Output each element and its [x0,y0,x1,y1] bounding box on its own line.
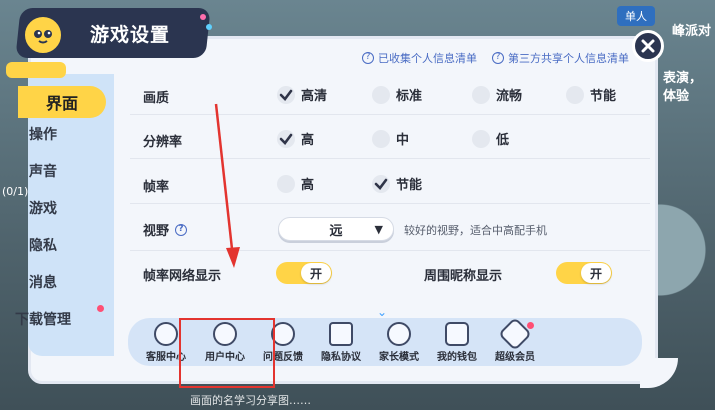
annotation-arrow-icon [214,103,240,268]
